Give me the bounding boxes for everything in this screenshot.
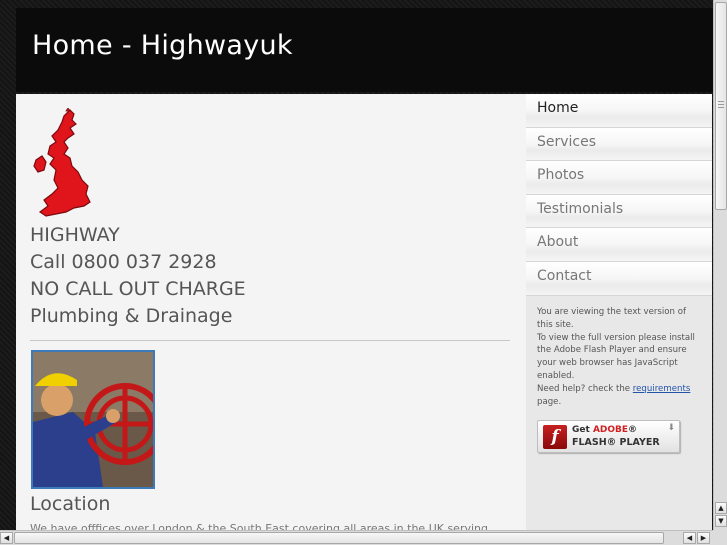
get-text: Get — [572, 425, 593, 435]
nav-item-testimonials[interactable]: Testimonials — [526, 194, 712, 229]
worker-valve-image — [33, 352, 153, 487]
main-content: HIGHWAY Call 0800 037 2928 NO CALL OUT C… — [16, 94, 526, 530]
nav-item-home[interactable]: Home — [526, 94, 712, 128]
install-flash-note: To view the full version please install … — [537, 332, 695, 381]
vertical-scrollbar[interactable]: ▲ ▼ — [713, 0, 727, 530]
get-flash-player-button[interactable]: f Get ADOBE® FLASH® PLAYER ⬇ — [537, 420, 680, 453]
scroll-down-icon[interactable]: ▼ — [715, 515, 727, 527]
page-title: Home - Highwayuk — [32, 30, 293, 61]
registered-mark: ® — [628, 425, 638, 435]
scroll-left-icon-2[interactable]: ◀ — [683, 532, 696, 544]
flash-logo-icon: f — [543, 425, 567, 449]
flash-player-label: FLASH® PLAYER — [572, 437, 660, 448]
divider — [30, 340, 510, 341]
text-version-note: You are viewing the text version of this… — [537, 307, 687, 330]
help-suffix: page. — [537, 396, 562, 407]
location-heading: Location — [30, 493, 111, 515]
help-prefix: Need help? check the — [537, 383, 633, 394]
scroll-up-icon[interactable]: ▲ — [715, 502, 727, 514]
nav-item-services[interactable]: Services — [526, 127, 712, 162]
scroll-left-icon[interactable]: ◀ — [0, 532, 13, 544]
nav-item-about[interactable]: About — [526, 228, 712, 262]
no-callout-text: NO CALL OUT CHARGE — [30, 278, 246, 300]
flash-notice: You are viewing the text version of this… — [537, 306, 703, 408]
location-text: We have offfices over London & the South… — [30, 522, 488, 530]
grip-line — [718, 104, 724, 105]
service-type: Plumbing & Drainage — [30, 305, 233, 327]
sidebar: Home Services Photos Testimonials About … — [526, 94, 712, 530]
horizontal-scroll-thumb[interactable] — [14, 532, 664, 544]
scrollbar-corner — [713, 530, 727, 545]
requirements-link[interactable]: requirements — [633, 384, 691, 394]
phone-number: Call 0800 037 2928 — [30, 251, 217, 273]
adobe-text: ADOBE — [592, 425, 629, 435]
uk-map-logo — [33, 108, 91, 217]
download-arrow-icon: ⬇ — [667, 423, 675, 433]
get-adobe-label: Get ADOBE® — [572, 425, 637, 435]
nav-item-contact[interactable]: Contact — [526, 261, 712, 296]
grip-line — [718, 107, 724, 108]
scroll-right-icon[interactable]: ▶ — [697, 532, 710, 544]
grip-line — [718, 101, 724, 102]
contact-info: HIGHWAY Call 0800 037 2928 NO CALL OUT C… — [30, 222, 246, 330]
vertical-scroll-thumb[interactable] — [715, 2, 727, 210]
worker-photo — [31, 350, 155, 489]
horizontal-scrollbar[interactable]: ◀ ◀ ▶ — [0, 530, 713, 545]
nav-item-photos[interactable]: Photos — [526, 161, 712, 195]
business-name: HIGHWAY — [30, 224, 120, 246]
